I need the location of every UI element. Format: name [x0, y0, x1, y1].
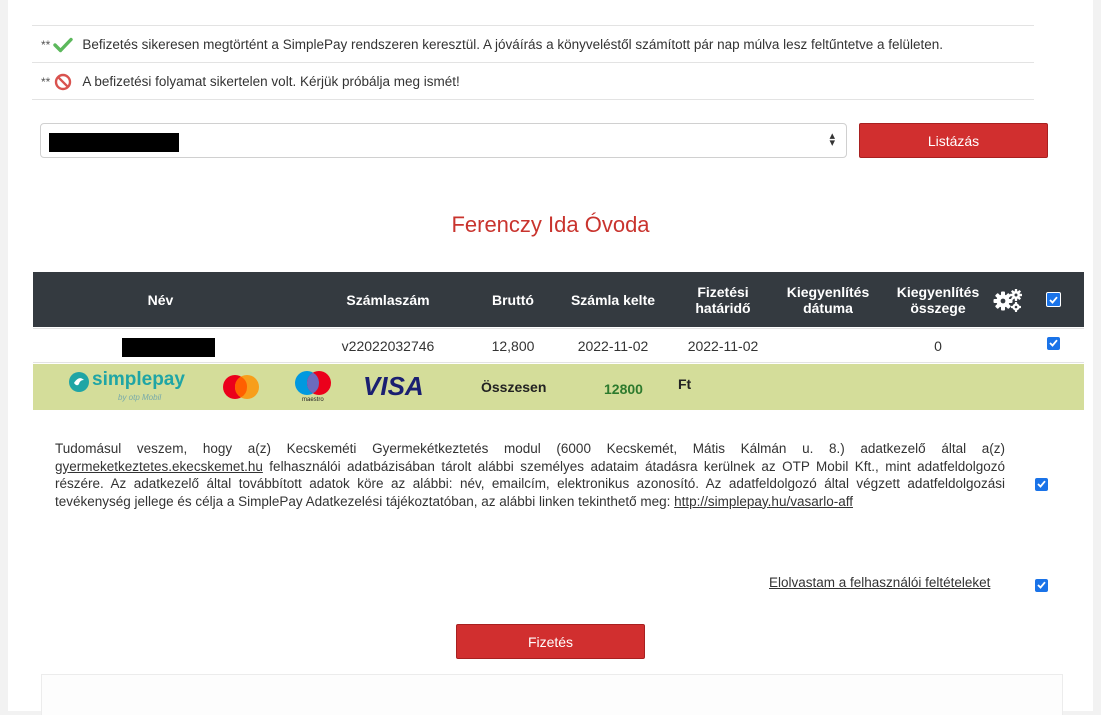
footer-panel — [41, 674, 1063, 715]
page-title: Ferenczy Ida Óvoda — [451, 212, 650, 237]
col-due-line1: Fizetési — [697, 283, 749, 300]
redacted-value — [49, 133, 179, 152]
col-name: Név — [147, 291, 174, 308]
consent-text-part1: Tudomásul veszem, hogy a(z) Kecskeméti G… — [55, 441, 1005, 456]
maestro-label: maestro — [302, 397, 324, 403]
notice-stars: ** — [41, 74, 51, 89]
consent-text: Tudomásul veszem, hogy a(z) Kecskeméti G… — [55, 440, 1005, 510]
visa-logo: VISA — [363, 371, 424, 401]
select-arrows-icon: ▴ ▾ — [829, 130, 835, 149]
payment-row: simplepay by otp Mobil maestro VISA Össz… — [33, 364, 1084, 410]
divider — [32, 99, 1034, 100]
pay-button[interactable]: Fizetés — [456, 624, 645, 659]
page: ** Befizetés sikeresen megtörtént a Simp… — [8, 0, 1093, 715]
cell-due-date: 2022-11-02 — [687, 337, 759, 354]
col-settle-amount-line2: összege — [910, 299, 966, 316]
col-settle-date: Kiegyenlítés dátuma — [778, 272, 878, 327]
notice-success-text: Befizetés sikeresen megtörtént a SimpleP… — [82, 37, 944, 52]
list-button[interactable]: Listázás — [859, 123, 1048, 158]
notice-stars: ** — [41, 37, 51, 52]
simplepay-icon — [69, 372, 89, 392]
maestro-icon: maestro — [293, 370, 337, 408]
col-settle-amount-line1: Kiegyenlítés — [896, 283, 980, 300]
prohibited-icon — [52, 72, 74, 92]
select-all-checkbox[interactable] — [1038, 272, 1068, 327]
col-gross: Bruttó — [492, 291, 534, 308]
simplepay-sub: by otp Mobil — [118, 393, 162, 402]
consent-checkbox[interactable] — [1035, 475, 1048, 491]
checkbox-checked-icon — [1045, 292, 1061, 307]
total-label: Összesen — [481, 379, 547, 395]
notice-success: ** Befizetés sikeresen megtörtént a Simp… — [32, 25, 1034, 63]
table-row: v22022032746 12,800 2022-11-02 2022-11-0… — [33, 328, 1084, 363]
consent-link-simplepay[interactable]: http://simplepay.hu/vasarlo-aff — [674, 494, 853, 509]
simplepay-wordmark: simplepay — [92, 369, 185, 390]
terms-checkbox[interactable] — [1035, 576, 1048, 592]
cell-gross: 12,800 — [491, 337, 535, 354]
cell-invoice-no: v22022032746 — [341, 337, 435, 354]
simplepay-logo: simplepay by otp Mobil — [68, 369, 185, 405]
redacted-name — [122, 338, 215, 357]
checkbox-checked-icon — [1035, 578, 1048, 592]
mastercard-icon — [221, 374, 261, 403]
cell-settle-amount: 0 — [934, 337, 942, 354]
col-settle-amount: Kiegyenlítés összege — [888, 272, 988, 327]
table-header: Név Számlaszám Bruttó Számla kelte Fizet… — [33, 272, 1084, 327]
group-select[interactable]: ▴ ▾ — [40, 123, 847, 158]
notice-failure-text: A befizetési folyamat sikertelen volt. K… — [82, 74, 460, 89]
col-settle-date-line2: dátuma — [803, 299, 853, 316]
col-invoice-no: Számlaszám — [346, 291, 430, 308]
total-value: 12800 — [604, 381, 643, 397]
checkbox-checked-icon — [1035, 477, 1048, 491]
checkmark-icon — [52, 35, 74, 55]
notice-failure: ** A befizetési folyamat sikertelen volt… — [32, 62, 1034, 100]
col-invoice-date: Számla kelte — [570, 291, 656, 308]
col-due-date: Fizetési határidő — [678, 272, 768, 327]
cell-settle-date — [778, 329, 878, 362]
col-due-line2: határidő — [695, 299, 751, 316]
cell-invoice-date: 2022-11-02 — [577, 337, 649, 354]
gears-icon[interactable] — [988, 272, 1028, 327]
row-checkbox[interactable] — [1038, 329, 1068, 357]
consent-link-domain[interactable]: gyermeketkeztetes.ekecskemet.hu — [55, 459, 263, 474]
terms-link[interactable]: Elolvastam a felhasználói feltételeket — [769, 575, 990, 590]
total-currency: Ft — [678, 376, 692, 392]
col-settle-date-line1: Kiegyenlítés — [786, 283, 870, 300]
checkbox-checked-icon — [1046, 336, 1060, 350]
